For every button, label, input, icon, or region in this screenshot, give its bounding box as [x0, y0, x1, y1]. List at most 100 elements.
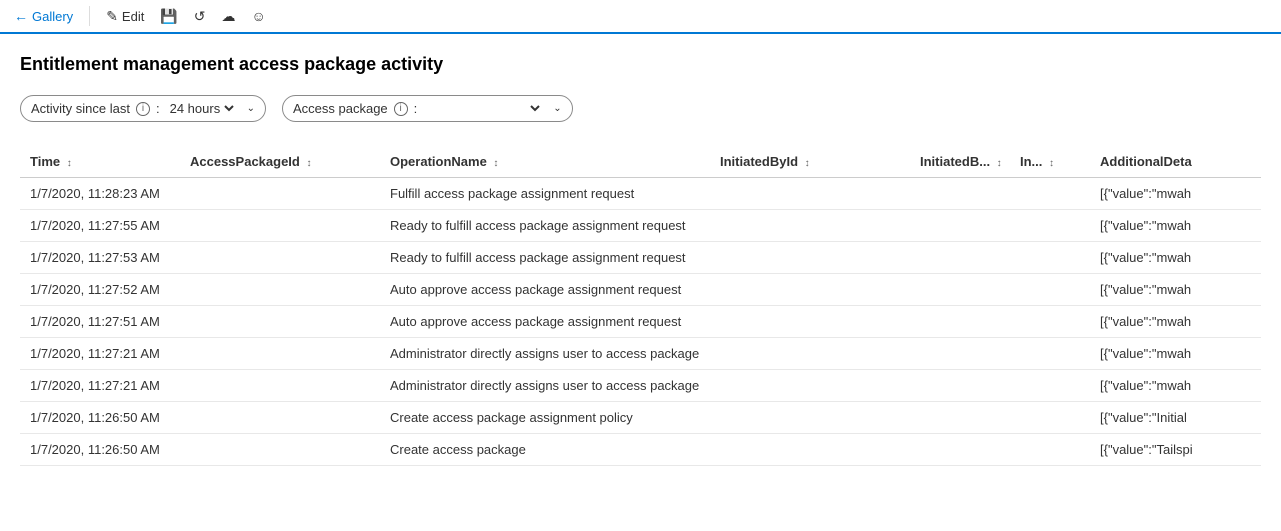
package-dropdown-arrow-icon: ⌄ — [553, 103, 561, 114]
cell-time: 1/7/2020, 11:27:21 AM — [20, 338, 180, 370]
cell-time: 1/7/2020, 11:26:50 AM — [20, 434, 180, 466]
cell-time: 1/7/2020, 11:27:53 AM — [20, 242, 180, 274]
cell-opname: Create access package assignment policy — [380, 402, 710, 434]
cell-time: 1/7/2020, 11:28:23 AM — [20, 178, 180, 210]
cell-initby — [910, 370, 1010, 402]
table-header: Time ↕ AccessPackageId ↕ OperationName ↕… — [20, 146, 1261, 178]
cell-addl: [{"value":"mwah — [1090, 178, 1261, 210]
col-header-time[interactable]: Time ↕ — [20, 146, 180, 178]
back-arrow-icon: ← — [14, 8, 28, 24]
cell-pkgid — [180, 370, 380, 402]
cell-addl: [{"value":"mwah — [1090, 242, 1261, 274]
cell-opname: Auto approve access package assignment r… — [380, 274, 710, 306]
cell-opname: Create access package — [380, 434, 710, 466]
col-header-initiatedby[interactable]: InitiatedB... ↕ — [910, 146, 1010, 178]
cloud-button[interactable]: ☁ — [222, 8, 236, 25]
table-body: 1/7/2020, 11:28:23 AM Fulfill access pack… — [20, 178, 1261, 466]
cell-opname: Fulfill access package assignment reques… — [380, 178, 710, 210]
cell-in — [1010, 306, 1090, 338]
activity-filter-colon: : — [156, 101, 160, 116]
cell-pkgid — [180, 434, 380, 466]
table-row[interactable]: 1/7/2020, 11:27:21 AMAdministrator direc… — [20, 338, 1261, 370]
cell-opname: Auto approve access package assignment r… — [380, 306, 710, 338]
col-header-accesspackageid[interactable]: AccessPackageId ↕ — [180, 146, 380, 178]
activity-filter-select[interactable]: 24 hours 1 hour 6 hours 12 hours 7 days … — [166, 100, 237, 117]
cell-pkgid — [180, 274, 380, 306]
cell-initbyid — [710, 242, 910, 274]
sort-icon-opname: ↕ — [493, 158, 498, 169]
cloud-icon: ☁ — [222, 8, 236, 25]
col-header-operationname[interactable]: OperationName ↕ — [380, 146, 710, 178]
sort-icon-initby: ↕ — [997, 158, 1002, 169]
activity-table: Time ↕ AccessPackageId ↕ OperationName ↕… — [20, 146, 1261, 466]
cell-addl: [{"value":"mwah — [1090, 210, 1261, 242]
table-row[interactable]: 1/7/2020, 11:27:21 AM Administrator direc… — [20, 370, 1261, 402]
toolbar: ← Gallery ✎ Edit 💾 ↺ ☁ ☺ — [0, 0, 1281, 34]
cell-pkgid — [180, 242, 380, 274]
filters-row: Activity since last i : 24 hours 1 hour … — [20, 95, 1261, 122]
save-button[interactable]: 💾 — [160, 8, 177, 25]
activity-info-icon: i — [136, 102, 150, 116]
cell-initbyid — [710, 402, 910, 434]
cell-addl: [{"value":"mwah — [1090, 306, 1261, 338]
back-button[interactable]: ← Gallery — [14, 8, 73, 24]
cell-time: 1/7/2020, 11:27:51 AM — [20, 306, 180, 338]
cell-time: 1/7/2020, 11:27:21 AM — [20, 370, 180, 402]
table-row[interactable]: 1/7/2020, 11:27:55 AM Ready to fulfill ac… — [20, 210, 1261, 242]
cell-addl: [{"value":"mwah — [1090, 370, 1261, 402]
cell-pkgid — [180, 178, 380, 210]
cell-initby — [910, 434, 1010, 466]
cell-initbyid — [710, 178, 910, 210]
cell-opname: Ready to fulfill access package assignme… — [380, 210, 710, 242]
table-row[interactable]: 1/7/2020, 11:27:52 AMAuto approve access… — [20, 274, 1261, 306]
sort-icon-time: ↕ — [67, 158, 72, 169]
cell-addl: [{"value":"Initial — [1090, 402, 1261, 434]
refresh-button[interactable]: ↺ — [194, 8, 206, 25]
sort-icon-pkgid: ↕ — [306, 158, 311, 169]
activity-filter-label: Activity since last — [31, 101, 130, 116]
col-header-initiatedbyid[interactable]: InitiatedById ↕ — [710, 146, 910, 178]
table-row[interactable]: 1/7/2020, 11:28:23 AM Fulfill access pack… — [20, 178, 1261, 210]
cell-time: 1/7/2020, 11:26:50 AM — [20, 402, 180, 434]
cell-time: 1/7/2020, 11:27:55 AM — [20, 210, 180, 242]
sort-icon-in: ↕ — [1049, 158, 1054, 169]
emoji-button[interactable]: ☺ — [252, 8, 266, 24]
table-row[interactable]: 1/7/2020, 11:27:53 AM Ready to fulfill ac… — [20, 242, 1261, 274]
table-row[interactable]: 1/7/2020, 11:27:51 AM Auto approve access… — [20, 306, 1261, 338]
cell-initbyid — [710, 274, 910, 306]
cell-opname: Administrator directly assigns user to a… — [380, 370, 710, 402]
cell-pkgid — [180, 402, 380, 434]
table-header-row: Time ↕ AccessPackageId ↕ OperationName ↕… — [20, 146, 1261, 178]
col-header-in[interactable]: In... ↕ — [1010, 146, 1090, 178]
cell-in — [1010, 370, 1090, 402]
cell-addl: [{"value":"mwah — [1090, 274, 1261, 306]
table-row[interactable]: 1/7/2020, 11:26:50 AM Create access packa… — [20, 434, 1261, 466]
cell-in — [1010, 178, 1090, 210]
activity-filter-group: Activity since last i : 24 hours 1 hour … — [20, 95, 266, 122]
col-header-additionaldetails[interactable]: AdditionalDeta — [1090, 146, 1261, 178]
pencil-icon: ✎ — [106, 8, 118, 25]
cell-in — [1010, 434, 1090, 466]
refresh-icon: ↺ — [194, 8, 206, 25]
cell-in — [1010, 210, 1090, 242]
edit-label: Edit — [122, 9, 144, 24]
cell-initbyid — [710, 338, 910, 370]
cell-in — [1010, 338, 1090, 370]
activity-dropdown-arrow-icon: ⌄ — [247, 103, 255, 114]
cell-initbyid — [710, 210, 910, 242]
gallery-label: Gallery — [32, 9, 73, 24]
page-title: Entitlement management access package ac… — [20, 54, 1261, 75]
cell-pkgid — [180, 338, 380, 370]
cell-initbyid — [710, 434, 910, 466]
cell-addl: [{"value":"mwah — [1090, 338, 1261, 370]
cell-initby — [910, 242, 1010, 274]
cell-pkgid — [180, 210, 380, 242]
cell-addl: [{"value":"Tailspi — [1090, 434, 1261, 466]
cell-initby — [910, 274, 1010, 306]
edit-button[interactable]: ✎ Edit — [106, 8, 144, 25]
cell-opname: Ready to fulfill access package assignme… — [380, 242, 710, 274]
package-filter-select[interactable] — [423, 100, 543, 117]
table-row[interactable]: 1/7/2020, 11:26:50 AM Create access packa… — [20, 402, 1261, 434]
cell-in — [1010, 402, 1090, 434]
cell-initby — [910, 210, 1010, 242]
